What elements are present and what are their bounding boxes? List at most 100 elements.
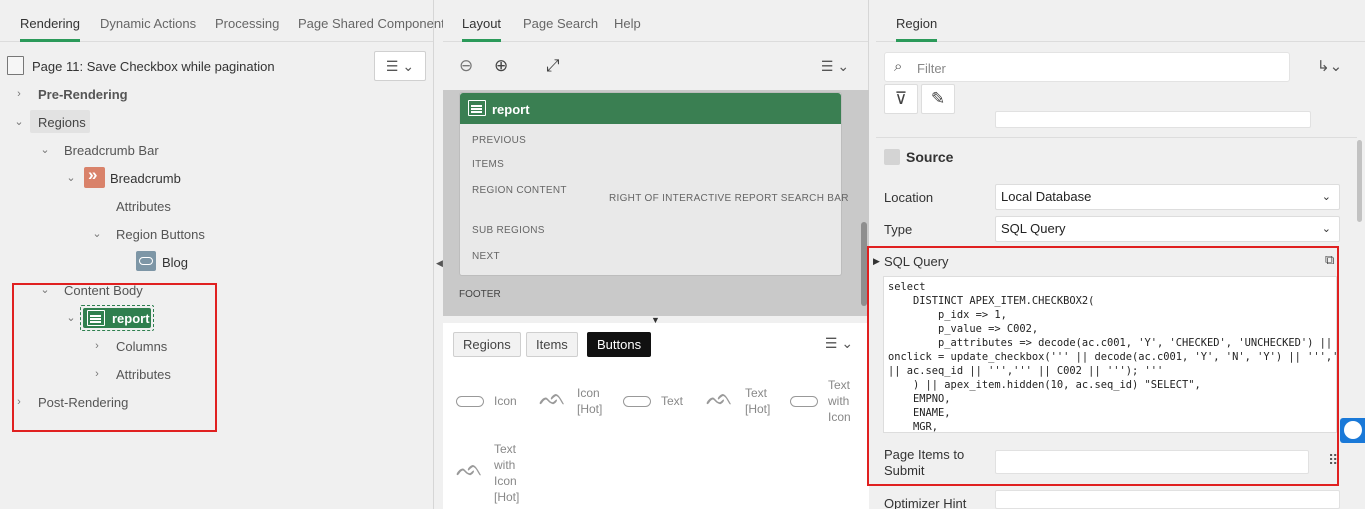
layout-panel: Layout Page Search Help ⊖ ⊕ ⤢ ☰ ⌄ report…	[443, 0, 869, 509]
slot-next[interactable]: NEXT	[472, 251, 500, 262]
tree-breadcrumb[interactable]: Breadcrumb	[110, 171, 181, 186]
tree-regions[interactable]: Regions	[38, 115, 86, 130]
tree-breadcrumb-bar[interactable]: Breadcrumb Bar	[64, 143, 159, 158]
mid-tab-bar: Layout Page Search Help	[443, 0, 868, 42]
teamviewer-badge[interactable]	[1340, 418, 1365, 443]
tab-layout[interactable]: Layout	[462, 16, 502, 42]
label-line: with	[828, 394, 850, 408]
label-line: Text	[494, 442, 517, 456]
gallery-item-text-with-icon[interactable]: Text with Icon	[828, 377, 851, 425]
breadcrumb-icon	[84, 165, 105, 188]
label-line: [Hot]	[745, 402, 771, 416]
label-line: Icon	[494, 474, 517, 488]
button-icon	[790, 396, 818, 407]
chevron-down-icon: ⌄	[1321, 223, 1331, 235]
slot-items[interactable]: ITEMS	[472, 159, 504, 170]
label-line: with	[494, 458, 516, 472]
slot-footer[interactable]: FOOTER	[459, 289, 501, 300]
slot-previous[interactable]: PREVIOUS	[472, 135, 526, 146]
chevron-down-icon[interactable]: ⌄	[65, 172, 77, 184]
property-scrollbar[interactable]	[1357, 140, 1362, 222]
highlight-box-sql	[867, 246, 1339, 486]
chevron-right-icon[interactable]: ›	[13, 88, 25, 100]
button-icon	[623, 396, 651, 407]
label-line: Icon	[577, 386, 600, 400]
gallery-item-text-with-icon-hot[interactable]: Text with Icon [Hot]	[494, 441, 519, 505]
section-toggle-icon[interactable]	[884, 149, 900, 165]
chevron-down-icon: ⌄	[1321, 191, 1331, 203]
tree-blog-button[interactable]: Blog	[162, 255, 188, 270]
gallery-item-icon[interactable]: Icon	[494, 393, 517, 409]
partial-field[interactable]	[995, 111, 1311, 128]
tree-menu-button[interactable]: ☰ ⌄	[374, 51, 426, 81]
zoom-in-icon[interactable]: ⊕	[494, 56, 508, 76]
expand-icon[interactable]: ⤢	[546, 56, 560, 76]
flame-icon: ᨒ	[456, 456, 484, 481]
rendering-panel: Rendering Dynamic Actions Processing Pag…	[0, 0, 445, 509]
tab-help[interactable]: Help	[614, 16, 641, 31]
optimizer-hint-input[interactable]	[995, 490, 1340, 509]
flame-icon: ᨒ	[539, 385, 567, 410]
filter-funnel-button[interactable]: ⊽	[884, 84, 918, 114]
slot-region-content[interactable]: REGION CONTENT	[472, 185, 567, 196]
layout-menu-button[interactable]: ☰ ⌄	[809, 52, 861, 82]
chevron-down-icon[interactable]: ⌄	[91, 228, 103, 240]
gallery-item-text[interactable]: Text	[661, 393, 683, 409]
zoom-out-icon[interactable]: ⊖	[459, 56, 473, 76]
button-icon	[136, 251, 156, 271]
label-line: [Hot]	[577, 402, 603, 416]
gallery-item-text-hot[interactable]: Text [Hot]	[745, 385, 770, 417]
left-tab-bar: Rendering Dynamic Actions Processing Pag…	[0, 0, 445, 42]
page-title[interactable]: Page 11: Save Checkbox while pagination	[32, 59, 275, 74]
label-line: Icon	[828, 410, 851, 424]
highlight-box-tree	[12, 283, 217, 432]
teamviewer-icon	[1344, 421, 1362, 439]
filter-placeholder: Filter	[917, 61, 946, 76]
gallery-tab-items[interactable]: Items	[526, 332, 578, 357]
button-icon	[456, 396, 484, 407]
property-editor: Region ⌕ Filter ↳⌄ ⊽ ✎ Source Location L…	[867, 0, 1365, 509]
label-line: Text	[828, 378, 851, 392]
slot-right-of-search-bar[interactable]: RIGHT OF INTERACTIVE REPORT SEARCH BAR	[609, 193, 849, 204]
edit-pencil-button[interactable]: ✎	[921, 84, 955, 114]
type-label: Type	[884, 222, 913, 237]
gallery-tab-buttons[interactable]: Buttons	[587, 332, 652, 357]
location-select[interactable]: Local Database ⌄	[995, 184, 1340, 210]
tree-breadcrumb-attributes[interactable]: Attributes	[116, 199, 171, 214]
filter-input[interactable]: ⌕ Filter	[884, 52, 1290, 82]
label-line: Text	[745, 386, 768, 400]
chevron-down-icon[interactable]: ⌄	[13, 116, 25, 128]
gallery-menu-button[interactable]: ☰ ⌄	[813, 329, 865, 359]
label-line: [Hot]	[494, 490, 520, 504]
slot-sub-regions[interactable]: SUB REGIONS	[472, 225, 545, 236]
tab-processing[interactable]: Processing	[215, 16, 279, 31]
page-icon	[7, 56, 24, 75]
report-icon	[468, 100, 486, 116]
tab-rendering[interactable]: Rendering	[20, 16, 80, 42]
collapse-left-arrow-icon[interactable]: ◀	[436, 258, 443, 269]
right-tab-bar: Region	[876, 0, 1365, 42]
gallery-tab-regions[interactable]: Regions	[453, 332, 521, 357]
tree-pre-rendering[interactable]: Pre-Rendering	[38, 87, 128, 102]
layout-report-title: report	[492, 102, 530, 117]
type-select[interactable]: SQL Query ⌄	[995, 216, 1340, 242]
tab-region[interactable]: Region	[896, 16, 938, 42]
location-value: Local Database	[1001, 189, 1092, 204]
gallery-item-icon-hot[interactable]: Icon [Hot]	[577, 385, 602, 417]
tree-region-buttons[interactable]: Region Buttons	[116, 227, 205, 242]
go-to-group-icon[interactable]: ↳⌄	[1317, 57, 1342, 75]
flame-icon: ᨒ	[706, 385, 734, 410]
search-icon: ⌕	[894, 58, 903, 75]
component-gallery: Regions Items Buttons ☰ ⌄ Icon ᨒ Icon [Ho…	[443, 323, 869, 509]
layout-report-region[interactable]: report PREVIOUS ITEMS REGION CONTENT RIG…	[459, 92, 848, 276]
layout-canvas: report PREVIOUS ITEMS REGION CONTENT RIG…	[443, 90, 869, 316]
tab-dynamic-actions[interactable]: Dynamic Actions	[100, 16, 196, 31]
tab-page-search[interactable]: Page Search	[523, 16, 598, 31]
location-label: Location	[884, 190, 934, 205]
tab-page-shared-components[interactable]: Page Shared Component	[298, 16, 445, 31]
chevron-down-icon[interactable]: ⌄	[39, 144, 51, 156]
splitter-arrow-icon[interactable]: ▼	[651, 315, 660, 325]
type-value: SQL Query	[1001, 221, 1066, 236]
section-source-title[interactable]: Source	[906, 149, 953, 165]
layout-report-header: report	[460, 93, 841, 124]
